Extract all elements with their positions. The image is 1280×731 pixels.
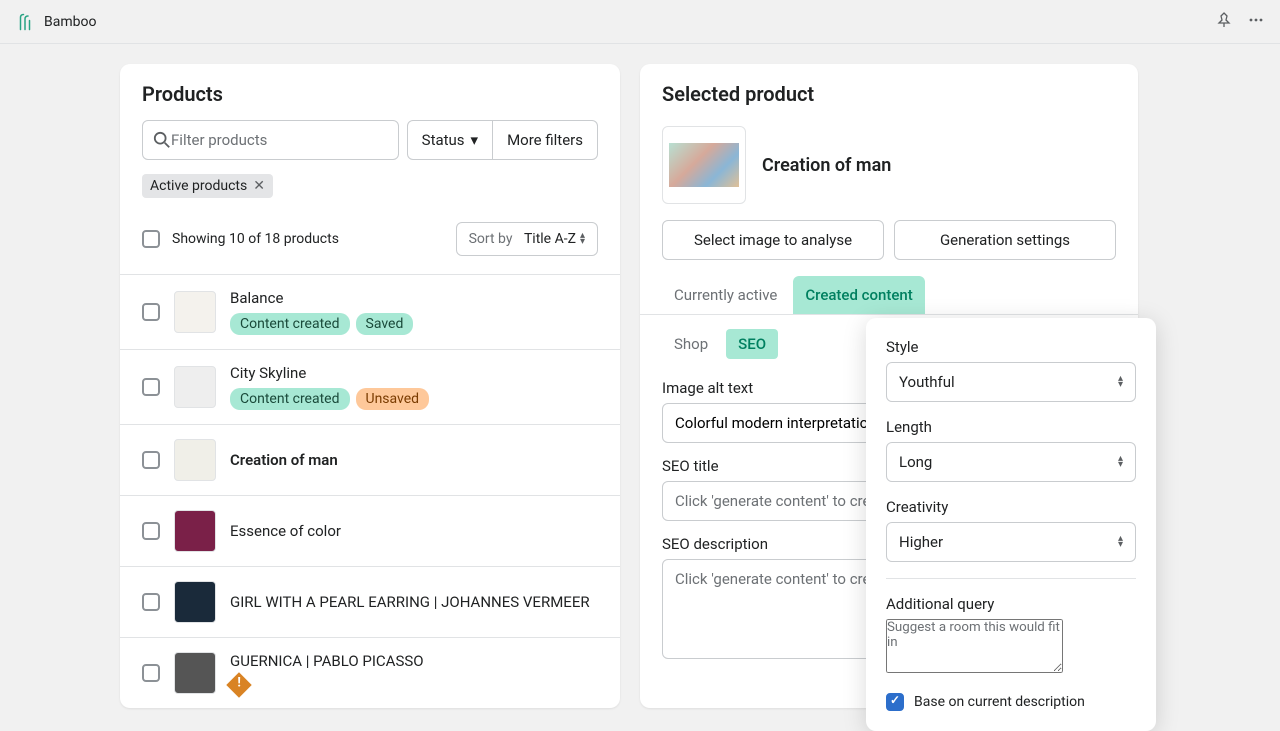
- sort-button[interactable]: Sort by Title A-Z ▴▾: [456, 222, 598, 256]
- additional-query-label: Additional query: [886, 595, 1136, 613]
- status-tag: Content created: [230, 388, 350, 410]
- pin-icon[interactable]: [1216, 12, 1232, 32]
- app-logo: [16, 13, 34, 31]
- selected-product-name: Creation of man: [762, 155, 891, 176]
- product-row[interactable]: GUERNICA | PABLO PICASSO: [120, 637, 620, 708]
- creativity-select[interactable]: Higher ▴▾: [886, 522, 1136, 562]
- generation-settings-button[interactable]: Generation settings: [894, 220, 1116, 260]
- selected-product-title: Selected product: [662, 82, 1116, 106]
- length-label: Length: [886, 418, 1136, 436]
- close-icon[interactable]: ✕: [253, 178, 265, 194]
- product-thumbnail: [174, 510, 216, 552]
- warning-icon: [226, 672, 251, 697]
- tab-currently-active[interactable]: Currently active: [662, 276, 789, 314]
- product-thumbnail: [174, 652, 216, 694]
- product-thumbnail: [174, 366, 216, 408]
- length-select[interactable]: Long ▴▾: [886, 442, 1136, 482]
- select-caret-icon: ▴▾: [1118, 456, 1123, 468]
- product-row[interactable]: GIRL WITH A PEARL EARRING | JOHANNES VER…: [120, 566, 620, 637]
- base-on-current-label: Base on current description: [914, 694, 1085, 710]
- subtab-shop[interactable]: Shop: [662, 329, 720, 359]
- more-filters-button[interactable]: More filters: [493, 120, 598, 160]
- caret-down-icon: ▾: [471, 131, 479, 149]
- product-thumbnail: [174, 581, 216, 623]
- product-title: City Skyline: [230, 364, 429, 382]
- select-caret-icon: ▴▾: [1118, 376, 1123, 388]
- product-title: Balance: [230, 289, 413, 307]
- product-thumbnail: [174, 291, 216, 333]
- search-input[interactable]: [171, 131, 388, 149]
- product-title: GUERNICA | PABLO PICASSO: [230, 652, 424, 670]
- tab-created-content[interactable]: Created content: [793, 276, 924, 314]
- sort-caret-icon: ▴▾: [580, 233, 585, 245]
- product-title: Creation of man: [230, 451, 338, 469]
- product-checkbox[interactable]: [142, 378, 160, 396]
- style-label: Style: [886, 338, 1136, 356]
- product-checkbox[interactable]: [142, 522, 160, 540]
- generation-settings-popup: Style Youthful ▴▾ Length Long ▴▾ Creativ…: [866, 318, 1156, 731]
- selected-thumbnail: [662, 126, 746, 204]
- product-row[interactable]: Creation of man: [120, 424, 620, 495]
- products-panel: Products Status ▾ More filters Active pr…: [120, 64, 620, 708]
- filter-chip-active-products[interactable]: Active products ✕: [142, 174, 273, 198]
- product-row[interactable]: Essence of color: [120, 495, 620, 566]
- status-tag: Unsaved: [356, 388, 430, 410]
- select-all-checkbox[interactable]: [142, 230, 160, 248]
- style-select[interactable]: Youthful ▴▾: [886, 362, 1136, 402]
- status-tag: Content created: [230, 313, 350, 335]
- search-input-wrapper[interactable]: [142, 120, 399, 160]
- product-row[interactable]: Balance Content created Saved: [120, 274, 620, 349]
- product-thumbnail: [174, 439, 216, 481]
- product-checkbox[interactable]: [142, 593, 160, 611]
- select-image-button[interactable]: Select image to analyse: [662, 220, 884, 260]
- select-caret-icon: ▴▾: [1118, 536, 1123, 548]
- status-filter-button[interactable]: Status ▾: [407, 120, 493, 160]
- additional-query-input[interactable]: [886, 619, 1063, 673]
- content-tabs: Currently activeCreated content: [640, 276, 1138, 315]
- status-tag: Saved: [356, 313, 414, 335]
- product-checkbox[interactable]: [142, 451, 160, 469]
- product-list: BalanceContent createdSavedCity SkylineC…: [120, 274, 620, 708]
- subtab-seo[interactable]: SEO: [726, 329, 778, 359]
- base-on-current-checkbox[interactable]: [886, 693, 904, 711]
- product-checkbox[interactable]: [142, 303, 160, 321]
- more-icon[interactable]: [1248, 12, 1264, 32]
- product-row[interactable]: City Skyline Content created Unsaved: [120, 349, 620, 424]
- top-bar: Bamboo: [0, 0, 1280, 44]
- selected-product-panel: Selected product Creation of man Select …: [640, 64, 1138, 708]
- product-checkbox[interactable]: [142, 664, 160, 682]
- products-title: Products: [120, 64, 620, 120]
- creativity-label: Creativity: [886, 498, 1136, 516]
- showing-count: Showing 10 of 18 products: [172, 231, 339, 247]
- product-title: GIRL WITH A PEARL EARRING | JOHANNES VER…: [230, 593, 590, 611]
- app-name: Bamboo: [44, 14, 96, 30]
- product-title: Essence of color: [230, 522, 341, 540]
- search-icon: [153, 131, 171, 149]
